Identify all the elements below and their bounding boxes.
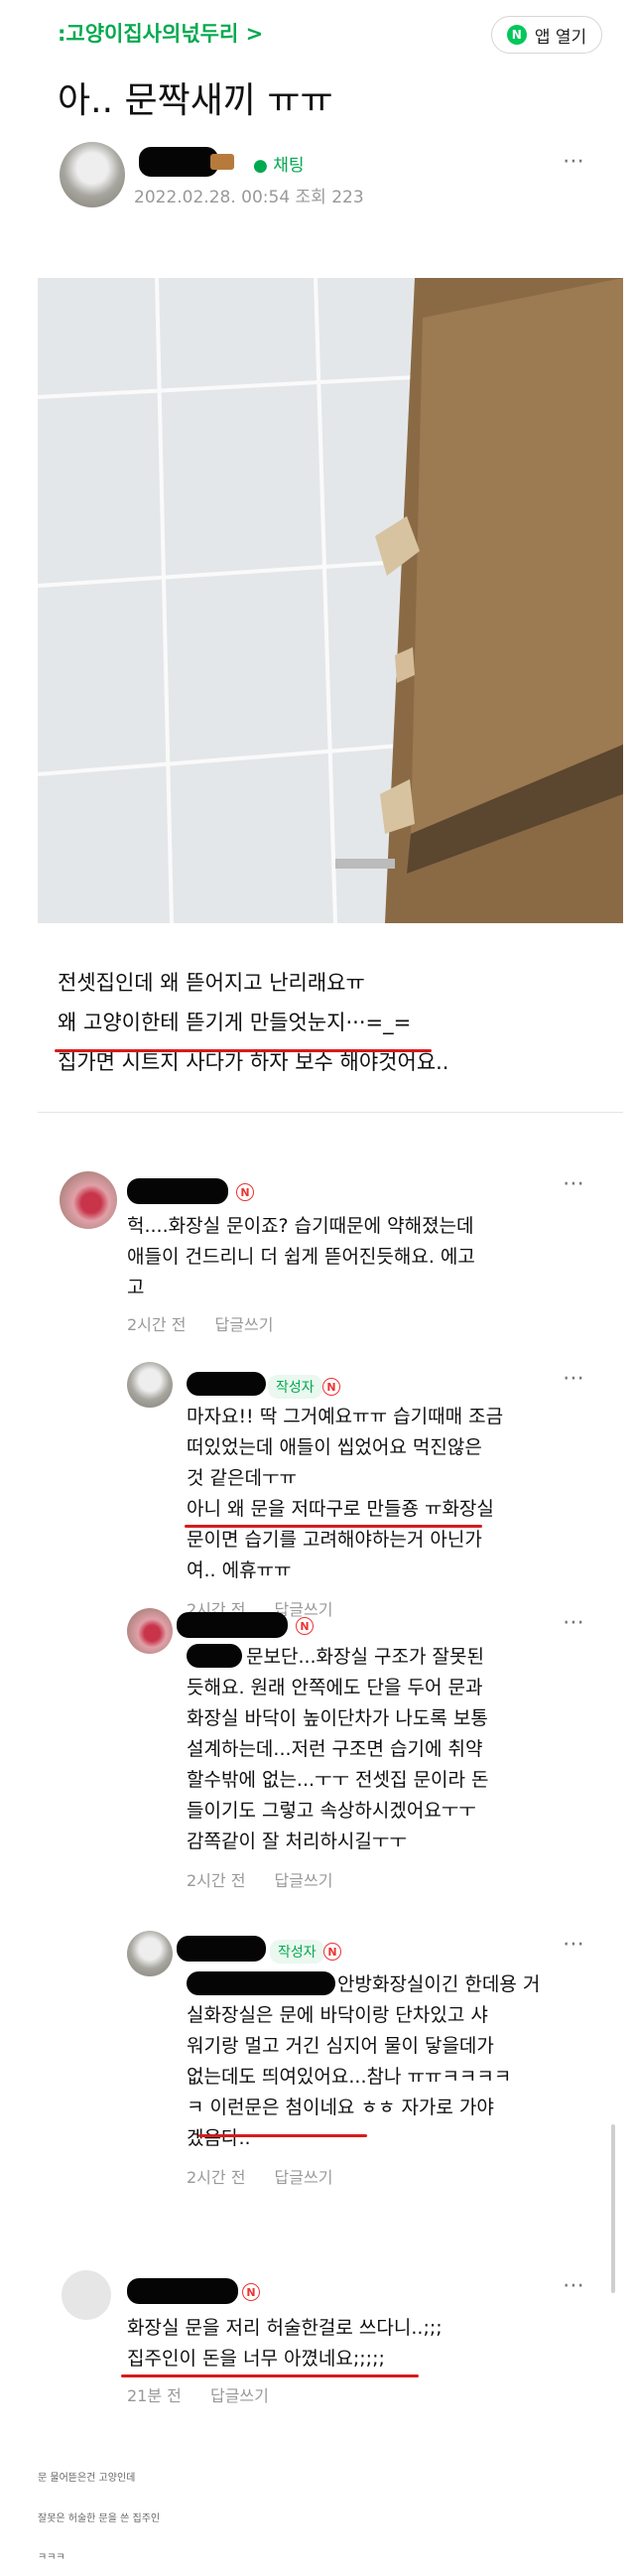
more-options-icon[interactable]: ⋯ bbox=[563, 2273, 585, 2298]
post-body-line: 전셋집인데 왜 뜯어지고 난리래요ㅠ bbox=[58, 971, 365, 995]
author-name-redacted bbox=[139, 147, 218, 177]
comment-line: 아니 왜 문을 저따구로 만들죵 ㅠ화장실 bbox=[187, 1498, 494, 1520]
post-title: 아.. 문짝새끼 ㅠㅠ bbox=[58, 80, 333, 121]
comment-line: 없는데도 띄여있어요...참나 ㅠㅠㅋㅋㅋㅋ bbox=[187, 2066, 512, 2088]
comment-line: 문이면 습기를 고려해야하는거 아닌가 bbox=[187, 1529, 482, 1551]
comment-line: 떠있었는데 애들이 씹었어요 먹진않은 bbox=[187, 1436, 482, 1458]
commenter-name-redacted bbox=[127, 2278, 238, 2304]
chat-bubble-icon: ● bbox=[253, 156, 268, 176]
reply-link[interactable]: 답글쓰기 bbox=[275, 2168, 333, 2187]
author-avatar[interactable] bbox=[60, 142, 125, 207]
reply-link[interactable]: 답글쓰기 bbox=[210, 2386, 269, 2405]
comment-footer: 2시간 전 답글쓰기 bbox=[187, 1867, 488, 1891]
comment-line: 애들이 건드리니 더 쉽게 뜯어진듯해요. 에고 bbox=[127, 1246, 475, 1268]
footnote: 잘못은 허술한 문을 쓴 집주인 bbox=[38, 2513, 161, 2524]
chat-label: 채팅 bbox=[273, 156, 305, 176]
comment-line: 겠음다.. bbox=[187, 2127, 251, 2149]
naver-n-icon: N bbox=[242, 2283, 260, 2301]
comment-time: 2시간 전 bbox=[187, 1871, 246, 1890]
comment: 마자요!! 딱 그거예요ㅠㅠ 습기때매 조금 떠있었는데 애들이 씹었어요 먹진… bbox=[187, 1402, 503, 1620]
naver-n-icon: N bbox=[323, 1943, 341, 1961]
comment-text: 헉....화장실 문이죠? 습기때문에 약해졌는데 애들이 건드리니 더 쉽게 … bbox=[127, 1211, 475, 1303]
comment-footer: 2시간 전 답글쓰기 bbox=[127, 1311, 475, 1335]
scrollbar[interactable] bbox=[611, 2124, 615, 2293]
comment-line: 들이기도 그렇고 속상하시겠어요ㅜㅜ bbox=[187, 1800, 476, 1822]
comment-line: 고 bbox=[127, 1277, 145, 1298]
more-options-icon[interactable]: ⋯ bbox=[563, 149, 585, 174]
comment-line: 화장실 문을 저리 허술한걸로 쓰다니..;;; bbox=[127, 2317, 443, 2339]
comment-time: 21분 전 bbox=[127, 2386, 182, 2405]
comment-line: 워기랑 멀고 거긴 심지어 물이 닿을데가 bbox=[187, 2035, 494, 2057]
comment: 화장실 문을 저리 허술한걸로 쓰다니..;;; 집주인이 돈을 너무 아꼈네요… bbox=[127, 2313, 443, 2406]
highlight-underline bbox=[185, 1525, 482, 1528]
comment-line: 설계하는데...저런 구조면 습기에 취약 bbox=[187, 1738, 483, 1760]
comment-avatar[interactable] bbox=[62, 2270, 111, 2320]
naver-n-icon: N bbox=[296, 1617, 314, 1635]
post-date: 2022.02.28. 00:54 bbox=[134, 188, 291, 207]
post-body-line: 집가면 시트지 사다가 하자 보수 해야것어요.. bbox=[58, 1050, 449, 1074]
top-bar: :고양이집사의넋두리 > N 앱 열기 bbox=[0, 0, 635, 68]
footnote: 문 물어뜯은건 고양인데 bbox=[38, 2473, 136, 2484]
comment: 안방화장실이긴 한데용 거 실화장실은 문에 바닥이랑 단차있고 샤 워기랑 멀… bbox=[187, 1969, 540, 2188]
comment-line: 감쪽같이 잘 처리하시길ㅜㅜ bbox=[187, 1830, 407, 1852]
post-meta: 2022.02.28. 00:54 조회 223 bbox=[134, 183, 364, 207]
comment-line: ㅋ 이런문은 첨이네요 ㅎㅎ 자가로 가야 bbox=[187, 2097, 494, 2118]
comment-avatar[interactable] bbox=[127, 1608, 173, 1654]
comment-line: 헉....화장실 문이죠? 습기때문에 약해졌는데 bbox=[127, 1215, 474, 1237]
reply-link[interactable]: 답글쓰기 bbox=[275, 1871, 333, 1890]
comment-avatar[interactable] bbox=[127, 1931, 173, 1976]
open-app-button[interactable]: N 앱 열기 bbox=[491, 16, 602, 54]
door-photo bbox=[38, 278, 623, 923]
commenter-name-redacted bbox=[177, 1936, 266, 1962]
author-badge: 작성자 bbox=[268, 1375, 322, 1399]
comment-line: 듯해요. 원래 안쪽에도 단을 두어 문과 bbox=[187, 1677, 483, 1698]
comment-text: 안방화장실이긴 한데용 거 실화장실은 문에 바닥이랑 단차있고 샤 워기랑 멀… bbox=[187, 1969, 540, 2154]
comments-divider bbox=[38, 1112, 623, 1113]
more-options-icon[interactable]: ⋯ bbox=[563, 1366, 585, 1391]
comment-footer: 2시간 전 답글쓰기 bbox=[187, 2164, 540, 2188]
comment: 문보단...화장실 구조가 잘못된 듯해요. 원래 안쪽에도 단을 두어 문과 … bbox=[187, 1642, 488, 1891]
comment-line: 여.. 에휴ㅠㅠ bbox=[187, 1559, 292, 1581]
comment-line: 집주인이 돈을 너무 아꼈네요;;;;; bbox=[127, 2348, 385, 2370]
naver-app-icon: N bbox=[506, 25, 527, 45]
author-badge: 작성자 bbox=[270, 1940, 324, 1964]
comment-text: 문보단...화장실 구조가 잘못된 듯해요. 원래 안쪽에도 단을 두어 문과 … bbox=[187, 1642, 488, 1857]
chat-link[interactable]: ● 채팅 bbox=[253, 151, 305, 176]
comment-time: 2시간 전 bbox=[127, 1315, 187, 1334]
open-app-label: 앱 열기 bbox=[534, 27, 587, 48]
more-options-icon[interactable]: ⋯ bbox=[563, 1610, 585, 1635]
commenter-name-redacted bbox=[127, 1178, 228, 1204]
comment-time: 2시간 전 bbox=[187, 2168, 246, 2187]
comment-line: 할수밖에 없는...ㅜㅜ 전셋집 문이라 돈 bbox=[187, 1769, 489, 1791]
footnote: ㅋㅋㅋ bbox=[38, 2552, 65, 2563]
author-level-icon bbox=[210, 154, 234, 170]
comment: 헉....화장실 문이죠? 습기때문에 약해졌는데 애들이 건드리니 더 쉽게 … bbox=[127, 1211, 475, 1335]
naver-n-icon: N bbox=[236, 1183, 254, 1201]
comment-text: 화장실 문을 저리 허술한걸로 쓰다니..;;; 집주인이 돈을 너무 아꼈네요… bbox=[127, 2313, 443, 2374]
comment-line: 안방화장실이긴 한데용 거 bbox=[337, 1973, 541, 1995]
post-body-line: 왜 고양이한테 뜯기게 만들엇눈지···=_= bbox=[58, 1011, 412, 1034]
comment-line: 실화장실은 문에 바닥이랑 단차있고 샤 bbox=[187, 2004, 488, 2026]
comment-footer: 21분 전 답글쓰기 bbox=[127, 2382, 443, 2406]
post-views: 조회 223 bbox=[295, 188, 364, 207]
comment-line: 마자요!! 딱 그거예요ㅠㅠ 습기때매 조금 bbox=[187, 1406, 504, 1427]
commenter-name-redacted bbox=[177, 1612, 288, 1638]
post-body: 전셋집인데 왜 뜯어지고 난리래요ㅠ 왜 고양이한테 뜯기게 만들엇눈지···=… bbox=[58, 963, 449, 1082]
naver-n-icon: N bbox=[322, 1378, 340, 1396]
highlight-underline bbox=[198, 2134, 367, 2137]
more-options-icon[interactable]: ⋯ bbox=[563, 1932, 585, 1957]
reply-link[interactable]: 답글쓰기 bbox=[215, 1315, 274, 1334]
comment-avatar[interactable] bbox=[60, 1171, 117, 1229]
cafe-name-link[interactable]: :고양이집사의넋두리 > bbox=[58, 18, 263, 48]
commenter-name-redacted bbox=[187, 1372, 266, 1396]
more-options-icon[interactable]: ⋯ bbox=[563, 1171, 585, 1196]
highlight-underline bbox=[121, 2374, 419, 2377]
comment-line: 것 같은데ㅜㅠ bbox=[187, 1467, 297, 1489]
comment-text: 마자요!! 딱 그거예요ㅠㅠ 습기때매 조금 떠있었는데 애들이 씹었어요 먹진… bbox=[187, 1402, 503, 1586]
comment-avatar[interactable] bbox=[127, 1362, 173, 1408]
comment-line: 문보단...화장실 구조가 잘못된 bbox=[246, 1646, 484, 1668]
comment-line: 화장실 바닥이 높이단차가 나도록 보통 bbox=[187, 1707, 488, 1729]
highlight-underline bbox=[55, 1049, 432, 1052]
